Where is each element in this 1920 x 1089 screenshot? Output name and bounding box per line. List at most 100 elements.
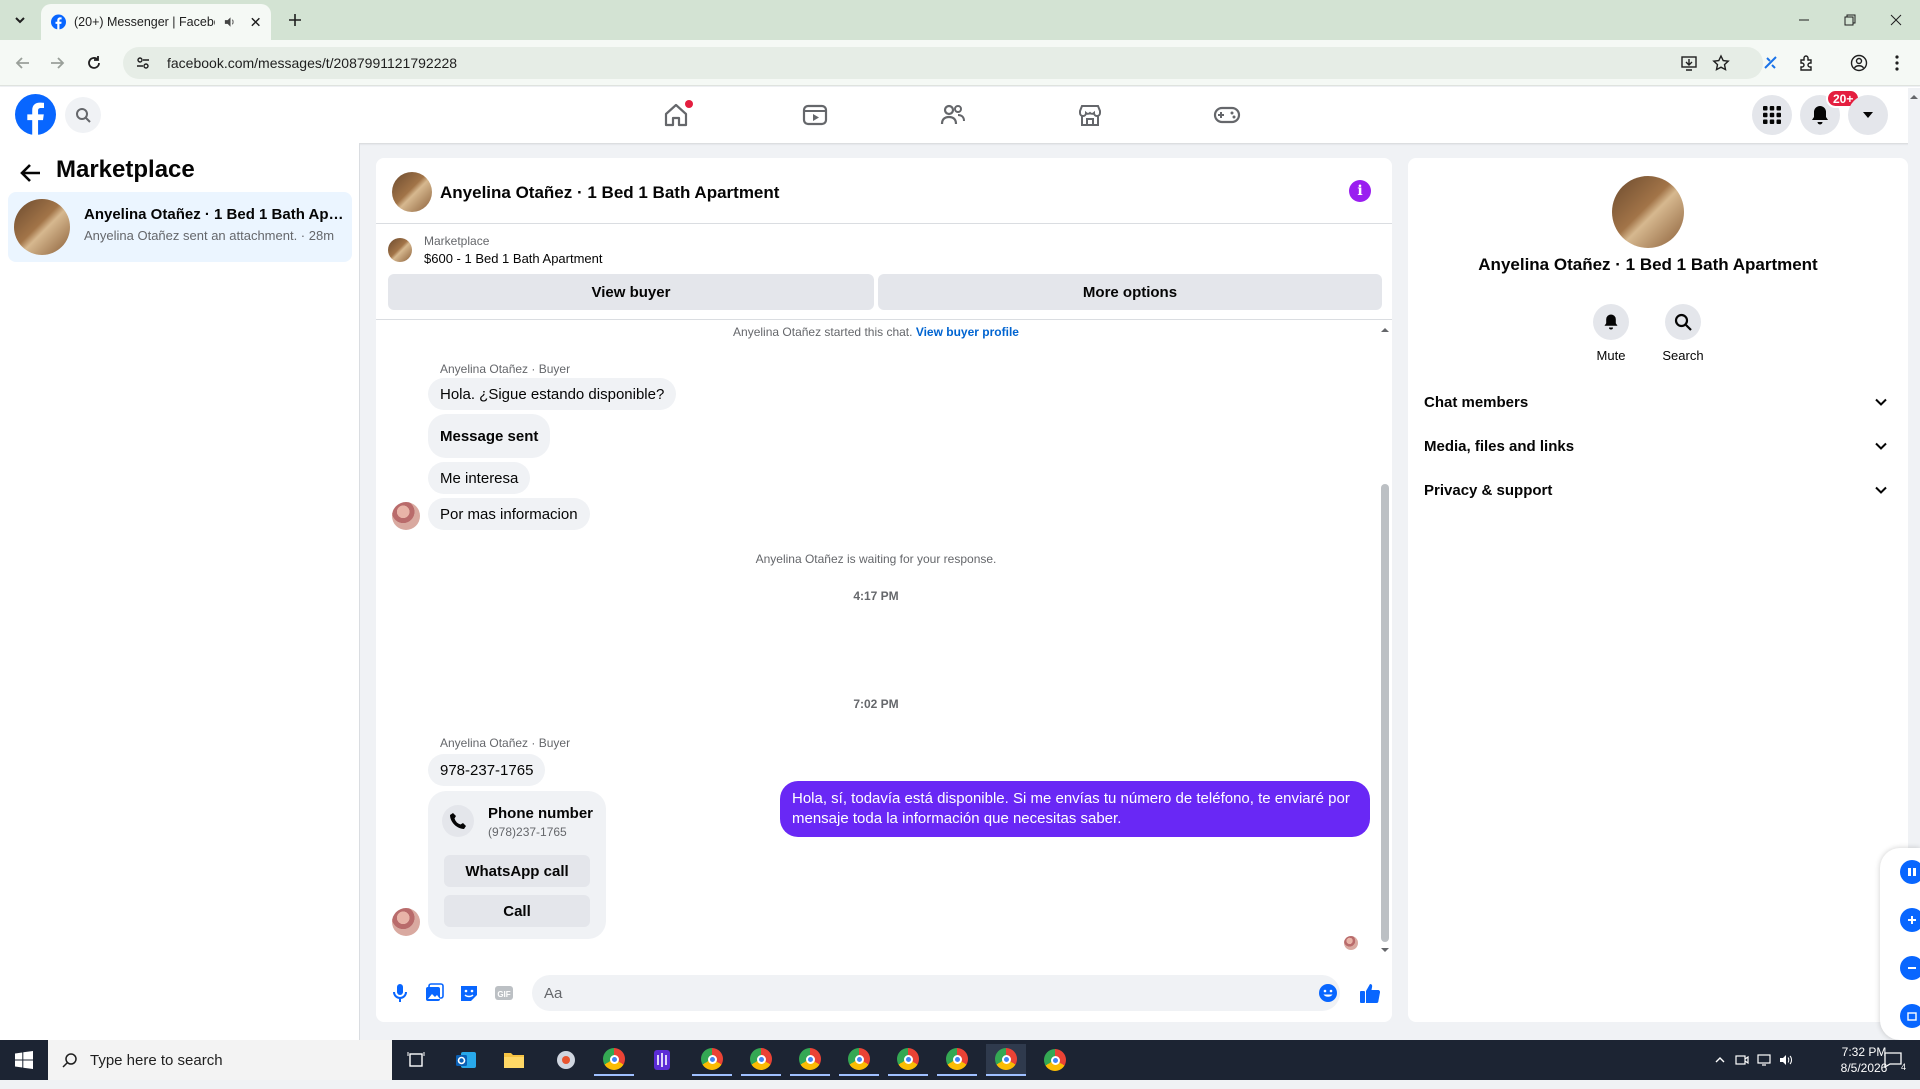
chat-title[interactable]: Anyelina Otañez · 1 Bed 1 Bath Apartment	[440, 183, 779, 203]
incoming-message[interactable]: Por mas informacion	[428, 498, 590, 530]
chrome-window-7[interactable]	[937, 1044, 977, 1076]
search-action[interactable]: Search	[1648, 304, 1718, 363]
nav-marketplace[interactable]	[1075, 100, 1105, 130]
profile-avatar[interactable]	[1612, 176, 1684, 248]
zoom-in-button[interactable]	[1900, 908, 1920, 932]
facebook-search-button[interactable]	[65, 97, 101, 133]
chrome-window-3[interactable]	[741, 1044, 781, 1076]
sticker-button[interactable]	[457, 981, 481, 1005]
new-tab-button[interactable]	[283, 8, 307, 32]
listing-price-title[interactable]: $600 - 1 Bed 1 Bath Apartment	[424, 251, 603, 266]
bookmark-star-icon[interactable]	[1710, 52, 1732, 74]
pinned-app[interactable]	[546, 1044, 586, 1076]
close-tab-icon[interactable]	[250, 16, 261, 28]
nav-friends[interactable]	[938, 100, 968, 130]
bell-icon	[1604, 314, 1618, 330]
close-window-button[interactable]	[1884, 8, 1908, 32]
like-button[interactable]	[1358, 981, 1382, 1005]
voice-clip-button[interactable]	[388, 981, 412, 1005]
menu-kebab-icon[interactable]	[1886, 52, 1908, 74]
incoming-message-phone[interactable]: 978-237-1765	[428, 754, 546, 786]
sender-avatar[interactable]	[392, 502, 420, 530]
chrome-window-4[interactable]	[790, 1044, 830, 1076]
task-view-button[interactable]	[396, 1044, 436, 1076]
network-tray[interactable]	[1756, 1052, 1772, 1068]
chat-scrollbar-thumb[interactable]	[1381, 484, 1389, 942]
chrome-window-8[interactable]	[986, 1044, 1026, 1076]
privacy-support-section[interactable]: Privacy & support	[1424, 468, 1888, 512]
profile-icon[interactable]	[1848, 52, 1870, 74]
minimize-button[interactable]	[1792, 8, 1816, 32]
sender-avatar[interactable]	[392, 908, 420, 936]
incoming-message[interactable]: Me interesa	[428, 462, 531, 494]
chat-header-avatar[interactable]	[392, 172, 432, 212]
gif-button[interactable]: GIF	[492, 981, 516, 1005]
chat-scrollbar[interactable]	[1378, 324, 1392, 960]
chrome-window-1[interactable]	[594, 1044, 634, 1076]
chrome-window-5[interactable]	[839, 1044, 879, 1076]
mute-button[interactable]	[1593, 304, 1629, 340]
nav-gaming[interactable]	[1212, 100, 1242, 130]
extensions-puzzle-icon[interactable]	[1796, 52, 1818, 74]
info-icon[interactable]: i	[1349, 180, 1371, 202]
search-in-conversation-button[interactable]	[1665, 304, 1701, 340]
address-bar[interactable]: facebook.com/messages/t/2087991121792228	[123, 47, 1763, 79]
view-buyer-button[interactable]: View buyer	[388, 274, 874, 310]
start-button[interactable]	[0, 1040, 48, 1080]
incoming-message-sent-card[interactable]: Message sent	[428, 414, 551, 458]
reload-button[interactable]	[81, 50, 107, 76]
chat-members-section[interactable]: Chat members	[1424, 380, 1888, 424]
search-icon	[76, 108, 91, 123]
speaker-icon[interactable]	[223, 15, 236, 29]
account-button[interactable]	[1848, 95, 1888, 135]
incoming-message[interactable]: Hola. ¿Sigue estando disponible?	[428, 378, 677, 410]
media-files-links-section[interactable]: Media, files and links	[1424, 424, 1888, 468]
listing-thumbnail[interactable]	[388, 238, 412, 262]
chrome-icon	[603, 1048, 625, 1070]
call-button[interactable]: Call	[444, 895, 590, 927]
chrome-window-2[interactable]	[692, 1044, 732, 1076]
view-buyer-profile-link[interactable]: View buyer profile	[916, 325, 1019, 339]
chrome-window-9[interactable]	[1035, 1044, 1075, 1076]
meet-now-tray[interactable]	[1734, 1052, 1750, 1068]
more-options-button[interactable]: More options	[878, 274, 1382, 310]
attach-media-button[interactable]	[422, 981, 446, 1005]
pause-icon	[1908, 868, 1916, 876]
message-input[interactable]: Aa	[532, 975, 1340, 1011]
outgoing-message[interactable]: Hola, sí, todavía está disponible. Si me…	[780, 781, 1370, 837]
install-app-icon[interactable]	[1678, 52, 1700, 74]
facebook-logo-icon[interactable]	[15, 94, 56, 135]
scroll-up-arrow-icon[interactable]	[1380, 326, 1390, 334]
scroll-up-arrow-icon[interactable]	[1908, 92, 1920, 102]
taskbar-search[interactable]: Type here to search	[48, 1040, 392, 1080]
action-center-button[interactable]: 4	[1880, 1050, 1906, 1072]
file-explorer-app[interactable]	[494, 1044, 534, 1076]
browser-tab-messenger[interactable]: (20+) Messenger | Facebook	[41, 4, 271, 40]
phone-icon	[450, 813, 466, 829]
back-arrow-icon[interactable]	[18, 160, 44, 186]
restore-button[interactable]	[1838, 8, 1862, 32]
whatsapp-call-button[interactable]: WhatsApp call	[444, 855, 590, 887]
zoom-out-button[interactable]	[1900, 956, 1920, 980]
pinned-app-purple[interactable]	[642, 1044, 682, 1076]
show-hidden-icons[interactable]	[1712, 1052, 1728, 1068]
volume-tray[interactable]	[1778, 1052, 1794, 1068]
emoji-button[interactable]	[1316, 981, 1340, 1005]
chrome-icon	[701, 1048, 723, 1070]
forward-button[interactable]	[44, 50, 70, 76]
chrome-window-6[interactable]	[888, 1044, 928, 1076]
folder-icon	[504, 1053, 524, 1068]
scroll-down-arrow-icon[interactable]	[1380, 946, 1390, 954]
calendar-button[interactable]	[1900, 1004, 1920, 1028]
menu-button[interactable]	[1752, 95, 1792, 135]
conversation-list-item[interactable]: Anyelina Otañez · 1 Bed 1 Bath Apa... An…	[8, 192, 352, 262]
outlook-app[interactable]	[446, 1044, 486, 1076]
back-button[interactable]	[10, 50, 36, 76]
message-composer: GIF Aa	[376, 964, 1392, 1022]
extension-icon[interactable]	[1760, 52, 1782, 74]
pause-button[interactable]	[1900, 860, 1920, 884]
site-settings-icon[interactable]	[135, 55, 151, 71]
tab-search-button[interactable]	[6, 6, 34, 34]
mute-action[interactable]: Mute	[1576, 304, 1646, 363]
nav-watch[interactable]	[800, 100, 830, 130]
